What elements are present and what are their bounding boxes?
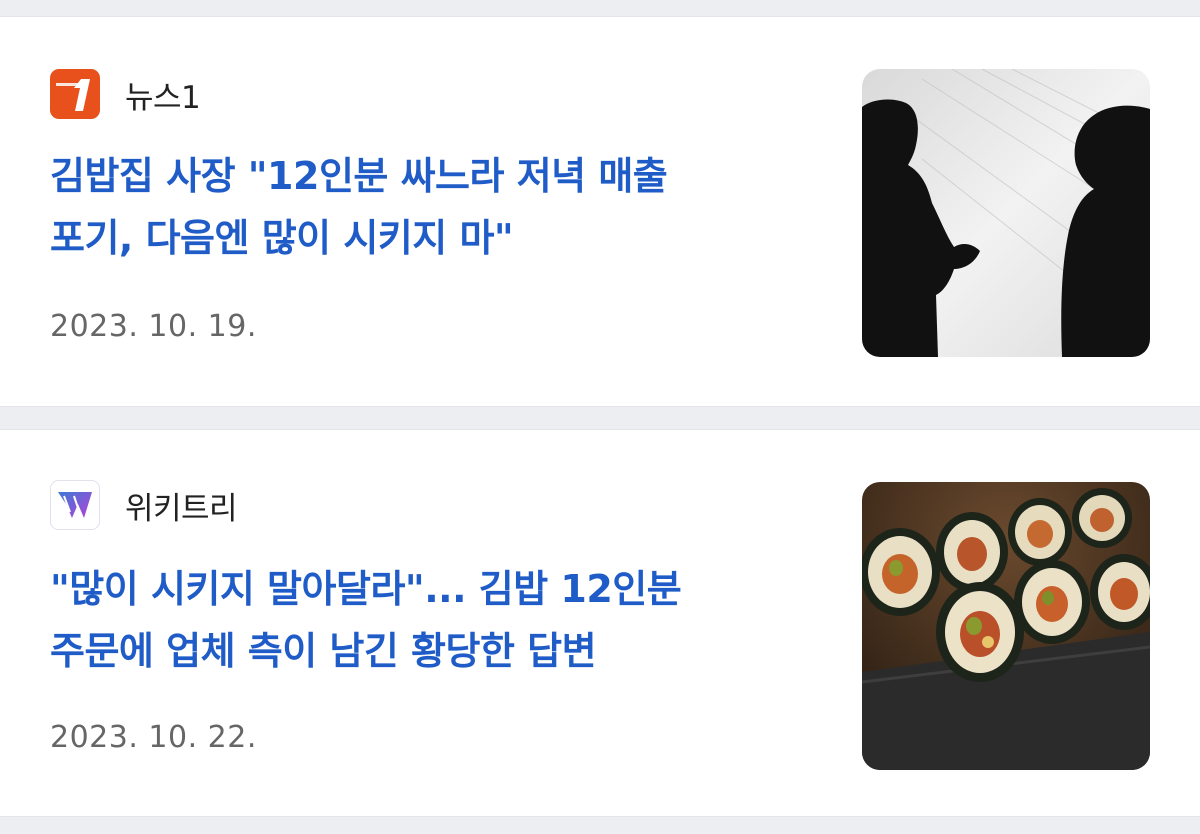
- source-name: 뉴스1: [125, 79, 201, 116]
- news-source[interactable]: 위키트리: [50, 480, 238, 530]
- headline-link[interactable]: "많이 시키지 말아달라"... 김밥 12인분 주문에 업체 측이 남긴 황당…: [50, 558, 810, 682]
- news-source[interactable]: 뉴스1: [50, 69, 201, 119]
- headline-line: "많이 시키지 말아달라"... 김밥 12인분: [50, 567, 682, 611]
- article-thumbnail[interactable]: [862, 482, 1150, 770]
- news1-logo-icon: [50, 69, 100, 119]
- publish-date: 2023. 10. 22.: [50, 720, 257, 755]
- headline-line: 김밥집 사장 "12인분 싸느라 저녁 매출: [50, 154, 668, 198]
- news-feed: 뉴스1 김밥집 사장 "12인분 싸느라 저녁 매출 포기, 다음엔 많이 시키…: [0, 0, 1200, 834]
- publish-date: 2023. 10. 19.: [50, 309, 257, 344]
- headline-link[interactable]: 김밥집 사장 "12인분 싸느라 저녁 매출 포기, 다음엔 많이 시키지 마": [50, 145, 810, 269]
- headline-line: 주문에 업체 측이 남긴 황당한 답변: [50, 629, 597, 673]
- article-thumbnail[interactable]: [862, 69, 1150, 357]
- wikitree-logo-icon: [50, 480, 100, 530]
- news-card[interactable]: 위키트리 "많이 시키지 말아달라"... 김밥 12인분 주문에 업체 측이 …: [0, 429, 1200, 817]
- news-card[interactable]: 뉴스1 김밥집 사장 "12인분 싸느라 저녁 매출 포기, 다음엔 많이 시키…: [0, 16, 1200, 407]
- source-name: 위키트리: [125, 490, 238, 527]
- headline-line: 포기, 다음엔 많이 시키지 마": [50, 216, 514, 260]
